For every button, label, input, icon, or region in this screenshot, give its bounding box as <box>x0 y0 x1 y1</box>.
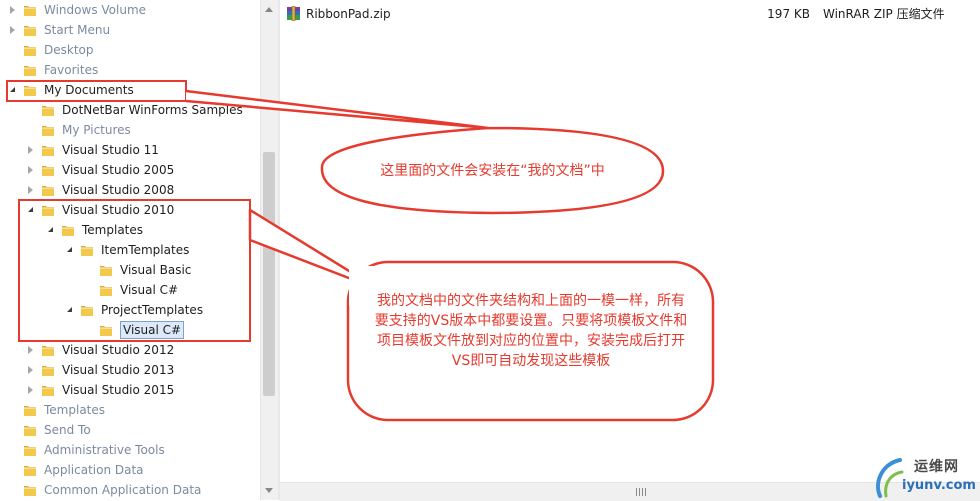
site-watermark: 运维网 iyunv.com <box>872 452 980 500</box>
highlight-box-my-documents <box>6 80 187 102</box>
highlight-box-visual-studio-2010 <box>18 199 251 342</box>
callout-bubble-1 <box>185 89 665 215</box>
watermark-title: 运维网 <box>914 459 959 475</box>
callout-text-1: 这里面的文件会安装在“我的文档”中 <box>380 163 605 179</box>
watermark-url: iyunv.com <box>902 478 976 493</box>
annotation-overlay <box>6 80 715 422</box>
callout-text-2: 我的文档中的文件夹结构和上面的一模一样，所有要支持的VS版本中都要设置。只要将项… <box>374 293 688 369</box>
